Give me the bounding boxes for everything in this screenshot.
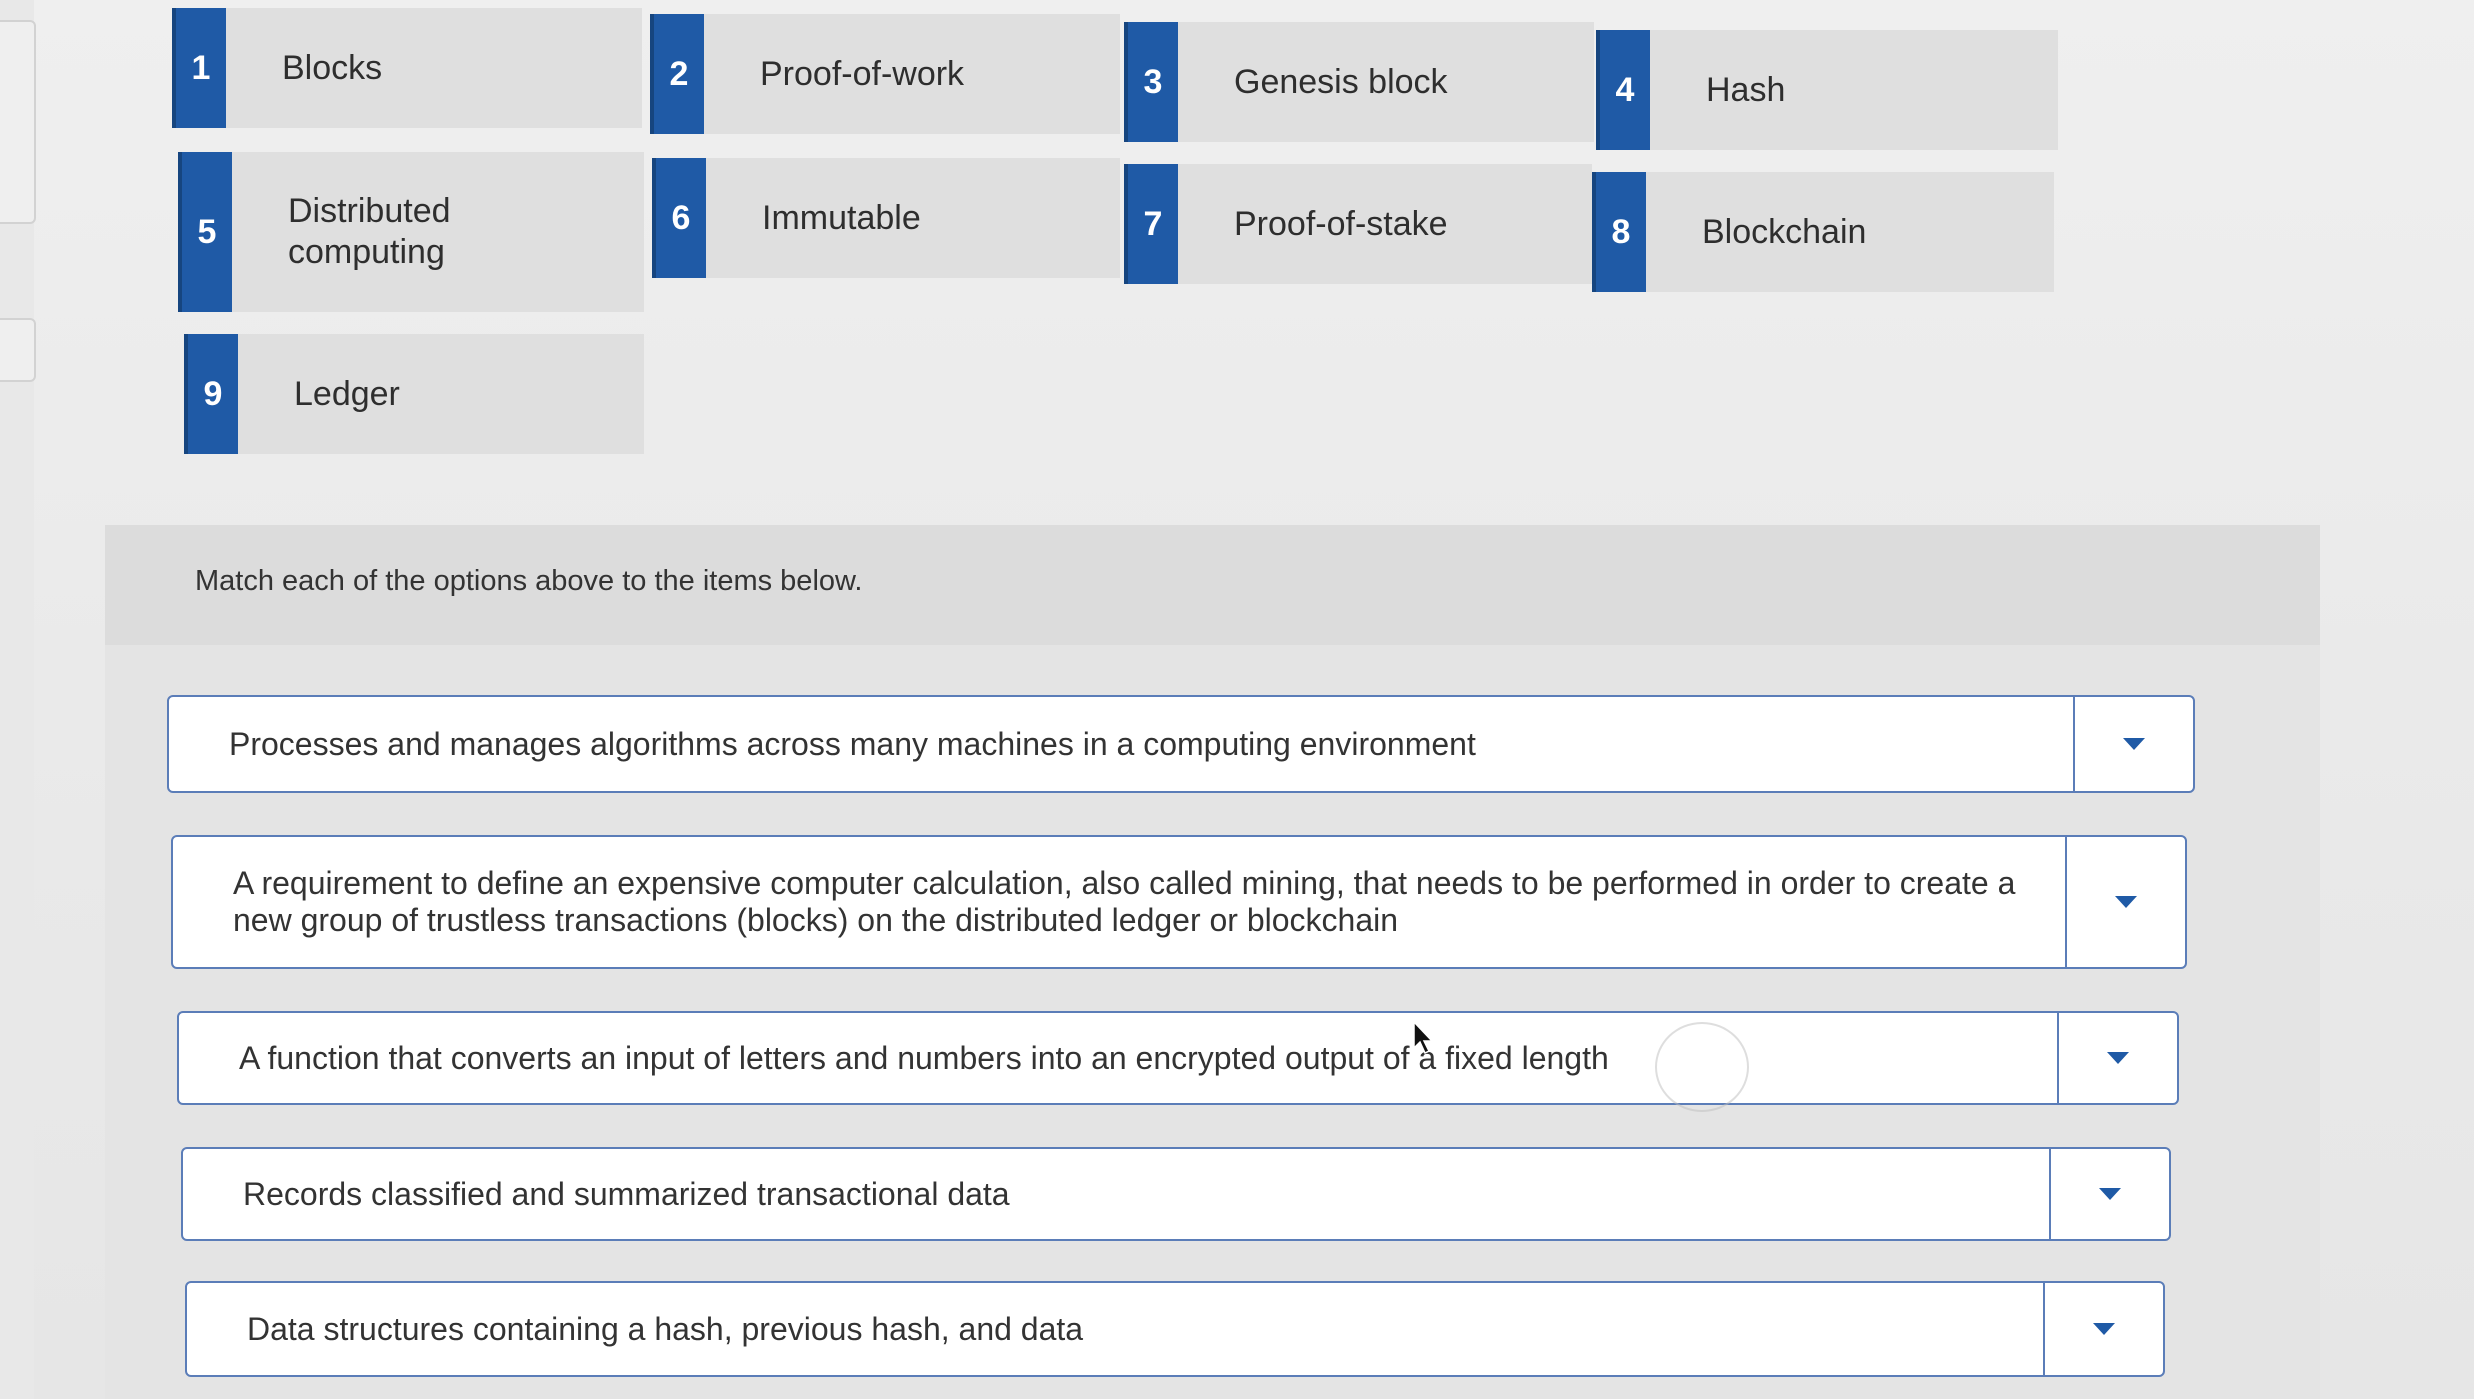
option-label: Blocks [282, 48, 383, 87]
left-side-tab[interactable] [0, 20, 36, 224]
option-number-badge: 3 [1124, 22, 1178, 142]
match-item-text: Records classified and summarized transa… [243, 1175, 1010, 1212]
answer-dropdown[interactable] [2057, 1013, 2177, 1103]
option-label: Genesis block [1234, 62, 1448, 101]
option-label: Proof-of-work [760, 54, 965, 93]
chevron-down-icon [2107, 1052, 2129, 1064]
answer-dropdown[interactable] [2049, 1149, 2169, 1239]
option-number-badge: 5 [178, 152, 232, 312]
chevron-down-icon [2099, 1188, 2121, 1200]
option-label: Blockchain [1702, 212, 1867, 251]
chevron-down-icon [2093, 1323, 2115, 1335]
option-number-badge: 6 [652, 158, 706, 278]
match-item-3: A function that converts an input of let… [177, 1011, 2179, 1105]
option-card-1[interactable]: 1 Blocks [172, 8, 642, 128]
match-item-1: Processes and manages algorithms across … [167, 695, 2195, 793]
matching-panel: Match each of the options above to the i… [105, 525, 2320, 1399]
option-number-badge: 7 [1124, 164, 1178, 284]
option-card-6[interactable]: 6 Immutable [652, 158, 1120, 278]
option-label: Hash [1706, 70, 1786, 109]
option-label: Proof-of-stake [1234, 204, 1448, 243]
mouse-pointer-icon [1413, 1020, 1434, 1055]
match-item-text: Processes and manages algorithms across … [229, 725, 1476, 762]
option-label: Immutable [762, 198, 921, 237]
answer-dropdown[interactable] [2073, 697, 2193, 791]
answer-dropdown[interactable] [2065, 837, 2185, 967]
option-card-5[interactable]: 5 Distributed computing [178, 152, 644, 312]
option-label: Ledger [294, 374, 400, 413]
match-item-5: Data structures containing a hash, previ… [185, 1281, 2165, 1377]
option-number-badge: 8 [1592, 172, 1646, 292]
match-item-2: A requirement to define an expensive com… [171, 835, 2187, 969]
answer-dropdown[interactable] [2043, 1283, 2163, 1375]
option-number-badge: 9 [184, 334, 238, 454]
panel-header: Match each of the options above to the i… [105, 525, 2320, 645]
option-label: Distributed computing [288, 192, 451, 271]
left-side-tab[interactable] [0, 318, 36, 382]
page: 1 Blocks 2 Proof-of-work 3 Genesis block… [0, 0, 2474, 1399]
option-card-7[interactable]: 7 Proof-of-stake [1124, 164, 1592, 284]
screen-glare [1655, 1022, 1749, 1112]
option-card-4[interactable]: 4 Hash [1596, 30, 2058, 150]
match-item-text: A requirement to define an expensive com… [233, 865, 2016, 938]
option-card-3[interactable]: 3 Genesis block [1124, 22, 1594, 142]
instruction-text: Match each of the options above to the i… [195, 565, 863, 597]
option-number-badge: 2 [650, 14, 704, 134]
match-item-4: Records classified and summarized transa… [181, 1147, 2171, 1241]
option-card-2[interactable]: 2 Proof-of-work [650, 14, 1120, 134]
option-card-8[interactable]: 8 Blockchain [1592, 172, 2054, 292]
option-card-9[interactable]: 9 Ledger [184, 334, 644, 454]
chevron-down-icon [2115, 896, 2137, 908]
match-item-text: A function that converts an input of let… [239, 1039, 1609, 1076]
match-item-text: Data structures containing a hash, previ… [247, 1310, 1084, 1347]
option-number-badge: 4 [1596, 30, 1650, 150]
option-bank: 1 Blocks 2 Proof-of-work 3 Genesis block… [172, 8, 2072, 468]
chevron-down-icon [2123, 738, 2145, 750]
option-number-badge: 1 [172, 8, 226, 128]
